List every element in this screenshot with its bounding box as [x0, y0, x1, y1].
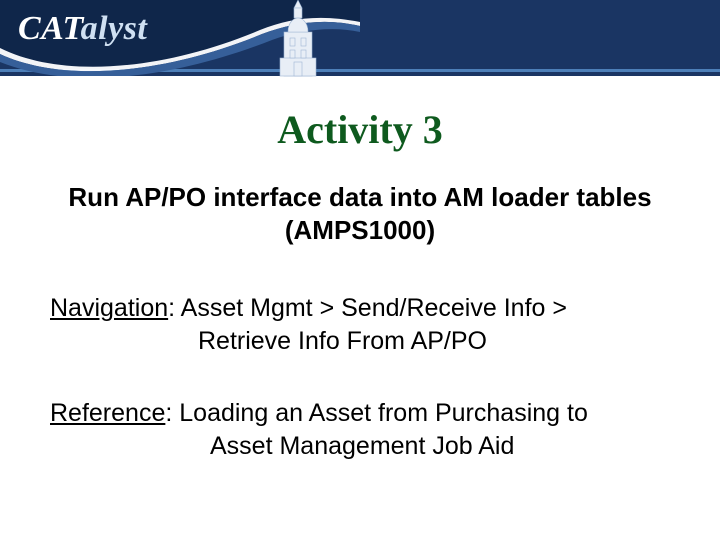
- slide-subtitle: Run AP/PO interface data into AM loader …: [40, 181, 680, 246]
- reference-colon: :: [165, 399, 179, 427]
- subtitle-line-1: Run AP/PO interface data into AM loader …: [68, 182, 651, 212]
- brand-prefix: CAT: [18, 10, 81, 47]
- reference-line-1: Loading an Asset from Purchasing to: [179, 399, 588, 427]
- navigation-line-1: Asset Mgmt > Send/Receive Info >: [181, 294, 567, 322]
- navigation-colon: :: [168, 294, 181, 322]
- brand-suffix: alyst: [81, 10, 148, 47]
- reference-line-2: Asset Management Job Aid: [50, 430, 670, 463]
- building-icon: [268, 0, 328, 78]
- brand-logo: CATalyst: [18, 10, 147, 48]
- header-banner: CATalyst: [0, 0, 720, 76]
- navigation-line-2: Retrieve Info From AP/PO: [50, 325, 670, 358]
- content-area: Activity 3 Run AP/PO interface data into…: [0, 76, 720, 462]
- navigation-block: Navigation: Asset Mgmt > Send/Receive In…: [50, 292, 670, 357]
- reference-label: Reference: [50, 399, 165, 427]
- slide-title: Activity 3: [40, 106, 680, 153]
- navigation-label: Navigation: [50, 294, 168, 322]
- reference-block: Reference: Loading an Asset from Purchas…: [50, 397, 670, 462]
- subtitle-line-2: (AMPS1000): [285, 215, 435, 245]
- slide: CATalyst Activity 3: [0, 0, 720, 540]
